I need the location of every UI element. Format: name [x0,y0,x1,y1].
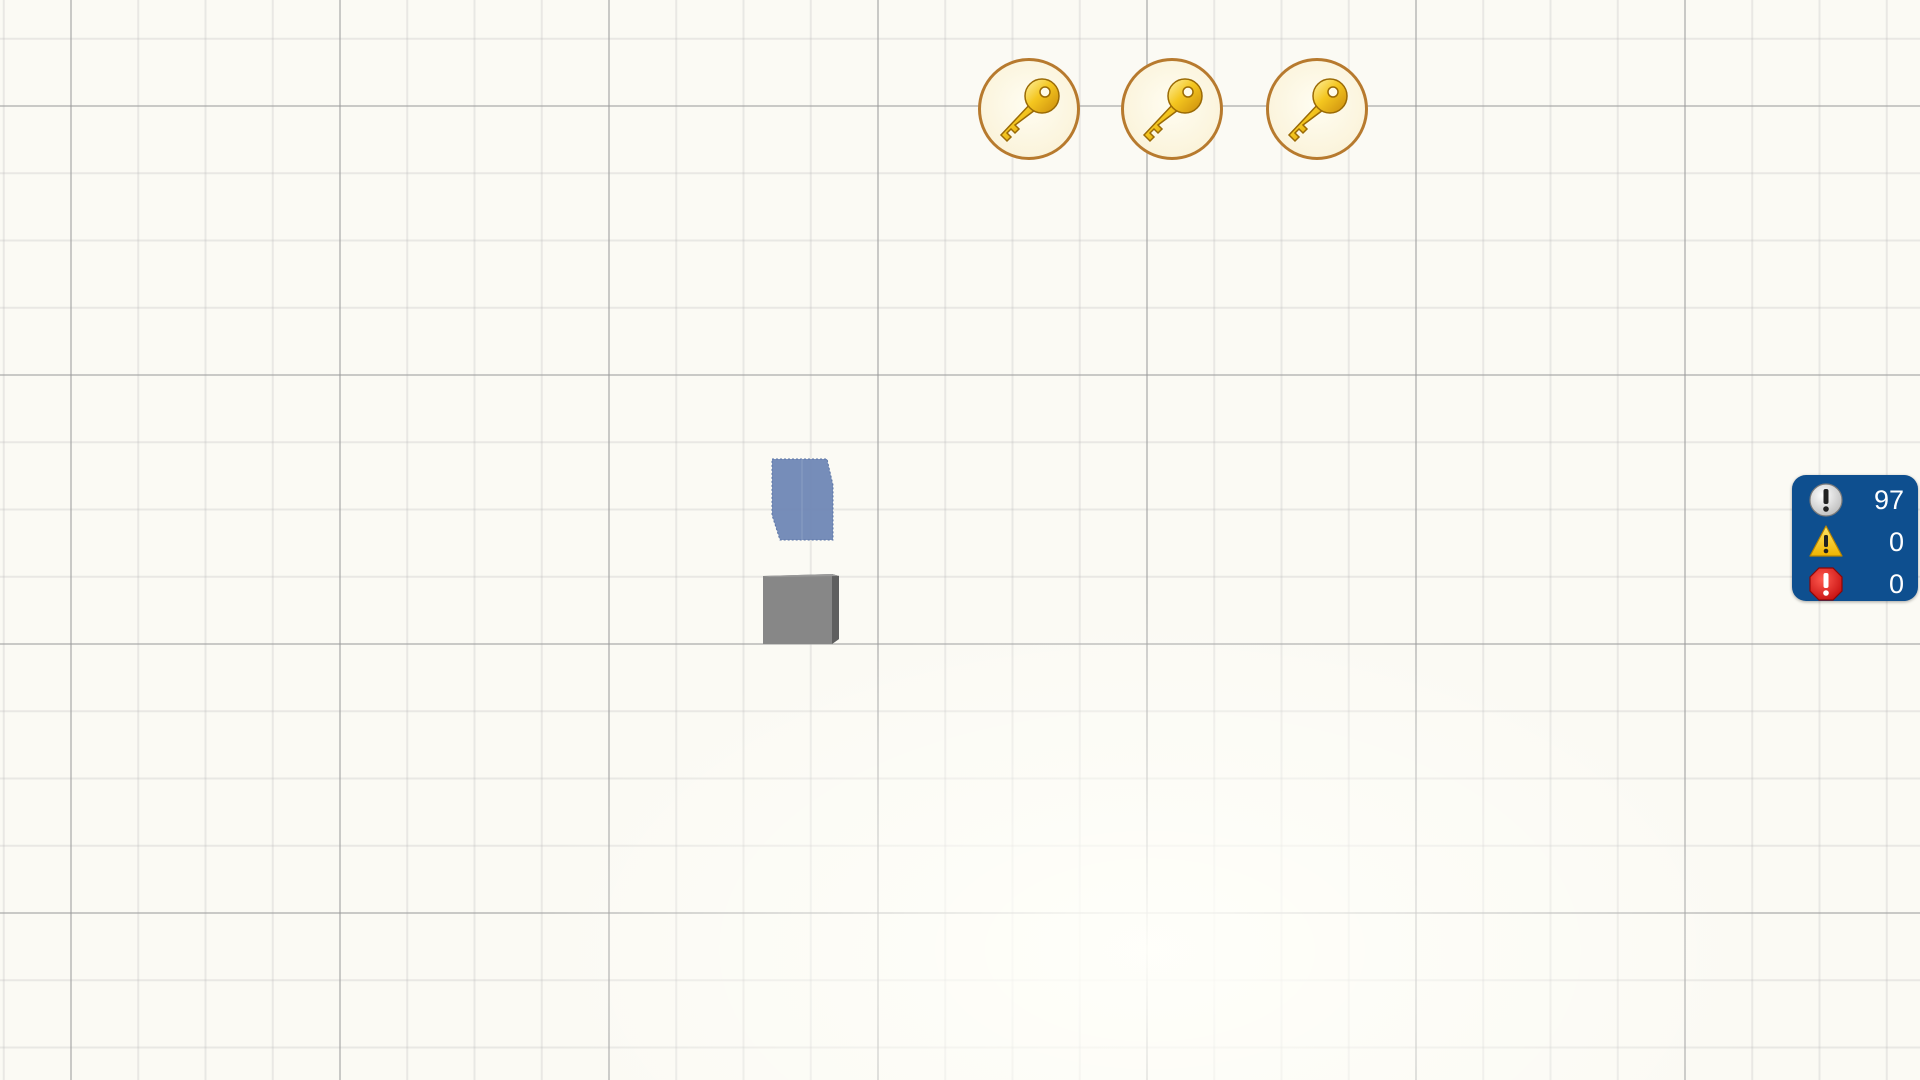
game-canvas[interactable]: 97 0 0 [0,0,1920,1080]
gray-block[interactable] [762,573,840,645]
warning-count: 0 [1888,526,1904,557]
key-token [978,58,1080,160]
gold-key-icon [1287,78,1348,143]
error-row[interactable]: 0 [1792,563,1918,605]
warning-row[interactable]: 0 [1792,521,1918,563]
error-count: 0 [1888,568,1904,599]
status-panel[interactable]: 97 0 0 [1792,475,1918,601]
gold-key-icon [1142,78,1203,143]
info-row[interactable]: 97 [1792,479,1918,521]
warning-icon [1808,524,1844,560]
key-token [1266,58,1368,160]
info-count: 97 [1873,484,1904,515]
key-token [1121,58,1223,160]
info-icon [1808,482,1844,518]
gold-key-icon [999,78,1060,143]
blue-block[interactable] [770,457,835,542]
error-icon [1808,566,1844,602]
